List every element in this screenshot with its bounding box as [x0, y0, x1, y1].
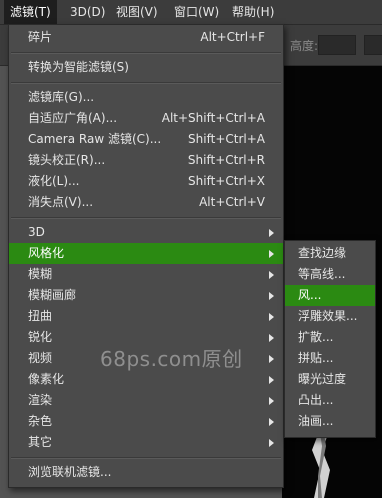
menu-item-label: 3D — [28, 225, 45, 239]
height-label: 高度: — [290, 39, 319, 53]
extra-field[interactable] — [364, 35, 382, 55]
menu-item-label: 滤镜库(G)... — [28, 90, 95, 104]
submenu-arrow-icon — [269, 250, 274, 258]
menu-item-shortcut: Shift+Ctrl+R — [187, 153, 265, 167]
submenu-item-label: 油画... — [298, 414, 334, 428]
menu-item-last-filter[interactable]: 碎片 Alt+Ctrl+F — [9, 27, 283, 48]
submenu-item-wind[interactable]: 风... — [285, 285, 375, 306]
menu-item-label: 液化(L)... — [28, 174, 80, 188]
menu-item-shortcut: Alt+Ctrl+F — [200, 30, 265, 44]
menu-item-label: 杂色 — [28, 414, 53, 428]
height-field[interactable] — [318, 35, 356, 55]
menu-item-noise[interactable]: 杂色 — [9, 411, 283, 432]
menu-item-shortcut: Alt+Shift+Ctrl+A — [161, 111, 265, 125]
menu-window[interactable]: 窗口(W) — [168, 0, 225, 24]
submenu-item-extrude[interactable]: 凸出... — [285, 390, 375, 411]
menu-item-label: 扭曲 — [28, 309, 53, 323]
menu-filter[interactable]: 滤镜(T) — [4, 0, 57, 24]
menu-item-other[interactable]: 其它 — [9, 432, 283, 453]
submenu-item-label: 拼贴... — [298, 351, 334, 365]
menu-item-convert-smart-filter[interactable]: 转换为智能滤镜(S) — [9, 57, 283, 78]
menu-item-distort[interactable]: 扭曲 — [9, 306, 283, 327]
submenu-arrow-icon — [269, 313, 274, 321]
menu-item-pixelate[interactable]: 像素化 — [9, 369, 283, 390]
menu-item-label: 消失点(V)... — [28, 195, 94, 209]
submenu-item-label: 曝光过度 — [298, 372, 347, 386]
submenu-item-label: 扩散... — [298, 330, 334, 344]
menu-3d[interactable]: 3D(D) — [64, 0, 111, 24]
menu-item-shortcut: Alt+Ctrl+V — [199, 195, 265, 209]
menu-item-blur-gallery[interactable]: 模糊画廊 — [9, 285, 283, 306]
menu-item-label: 其它 — [28, 435, 53, 449]
menu-item-label: 风格化 — [28, 246, 65, 260]
submenu-arrow-icon — [269, 397, 274, 405]
submenu-item-solarize[interactable]: 曝光过度 — [285, 369, 375, 390]
menu-item-label: 像素化 — [28, 372, 65, 386]
submenu-arrow-icon — [269, 355, 274, 363]
submenu-item-label: 浮雕效果... — [298, 309, 358, 323]
submenu-item-find-edges[interactable]: 查找边缘 — [285, 243, 375, 264]
submenu-item-label: 风... — [298, 288, 322, 302]
submenu-item-oil-paint[interactable]: 油画... — [285, 411, 375, 432]
menu-item-label: 视频 — [28, 351, 53, 365]
menu-item-render[interactable]: 渲染 — [9, 390, 283, 411]
submenu-arrow-icon — [269, 439, 274, 447]
stylize-submenu: 查找边缘 等高线... 风... 浮雕效果... 扩散... 拼贴... 曝光过… — [284, 240, 376, 438]
menu-item-browse-online[interactable]: 浏览联机滤镜... — [9, 462, 283, 483]
menu-item-stylize[interactable]: 风格化 — [9, 243, 283, 264]
menu-item-blur[interactable]: 模糊 — [9, 264, 283, 285]
menu-item-lens-correction[interactable]: 镜头校正(R)... Shift+Ctrl+R — [9, 150, 283, 171]
submenu-item-trace-contour[interactable]: 等高线... — [285, 264, 375, 285]
menu-item-label: 浏览联机滤镜... — [28, 465, 112, 479]
submenu-arrow-icon — [269, 271, 274, 279]
submenu-arrow-icon — [269, 292, 274, 300]
menu-item-liquify[interactable]: 液化(L)... Shift+Ctrl+X — [9, 171, 283, 192]
menu-item-label: 镜头校正(R)... — [28, 153, 106, 167]
submenu-item-diffuse[interactable]: 扩散... — [285, 327, 375, 348]
menu-item-3d[interactable]: 3D — [9, 222, 283, 243]
menu-separator — [11, 82, 281, 84]
submenu-item-tiles[interactable]: 拼贴... — [285, 348, 375, 369]
menu-item-adaptive-wide-angle[interactable]: 自适应广角(A)... Alt+Shift+Ctrl+A — [9, 108, 283, 129]
menu-item-label: 渲染 — [28, 393, 53, 407]
submenu-item-emboss[interactable]: 浮雕效果... — [285, 306, 375, 327]
menu-separator — [11, 52, 281, 54]
menu-item-label: 模糊画廊 — [28, 288, 77, 302]
menu-item-shortcut: Shift+Ctrl+A — [188, 132, 265, 146]
submenu-arrow-icon — [269, 418, 274, 426]
submenu-item-label: 凸出... — [298, 393, 334, 407]
menu-item-label: 自适应广角(A)... — [28, 111, 118, 125]
filter-dropdown-menu: 碎片 Alt+Ctrl+F 转换为智能滤镜(S) 滤镜库(G)... 自适应广角… — [8, 24, 284, 488]
menu-item-label: 锐化 — [28, 330, 53, 344]
menu-separator — [11, 457, 281, 459]
menu-help[interactable]: 帮助(H) — [226, 0, 280, 24]
submenu-item-label: 等高线... — [298, 267, 346, 281]
app-menubar: 滤镜(T) 3D(D) 视图(V) 窗口(W) 帮助(H) — [0, 0, 382, 25]
watermark-text: 68ps.com原创 — [100, 347, 243, 371]
menu-item-camera-raw[interactable]: Camera Raw 滤镜(C)... Shift+Ctrl+A — [9, 129, 283, 150]
menu-item-filter-gallery[interactable]: 滤镜库(G)... — [9, 87, 283, 108]
menu-item-label: 模糊 — [28, 267, 53, 281]
submenu-arrow-icon — [269, 334, 274, 342]
submenu-arrow-icon — [269, 376, 274, 384]
menu-item-label: 转换为智能滤镜(S) — [28, 60, 129, 74]
submenu-arrow-icon — [269, 229, 274, 237]
menu-item-label: Camera Raw 滤镜(C)... — [28, 132, 162, 146]
menu-item-shortcut: Shift+Ctrl+X — [188, 174, 265, 188]
submenu-item-label: 查找边缘 — [298, 246, 347, 260]
menu-item-label: 碎片 — [28, 30, 53, 44]
menu-item-vanishing-point[interactable]: 消失点(V)... Alt+Ctrl+V — [9, 192, 283, 213]
menu-view[interactable]: 视图(V) — [110, 0, 164, 24]
menu-separator — [11, 217, 281, 219]
